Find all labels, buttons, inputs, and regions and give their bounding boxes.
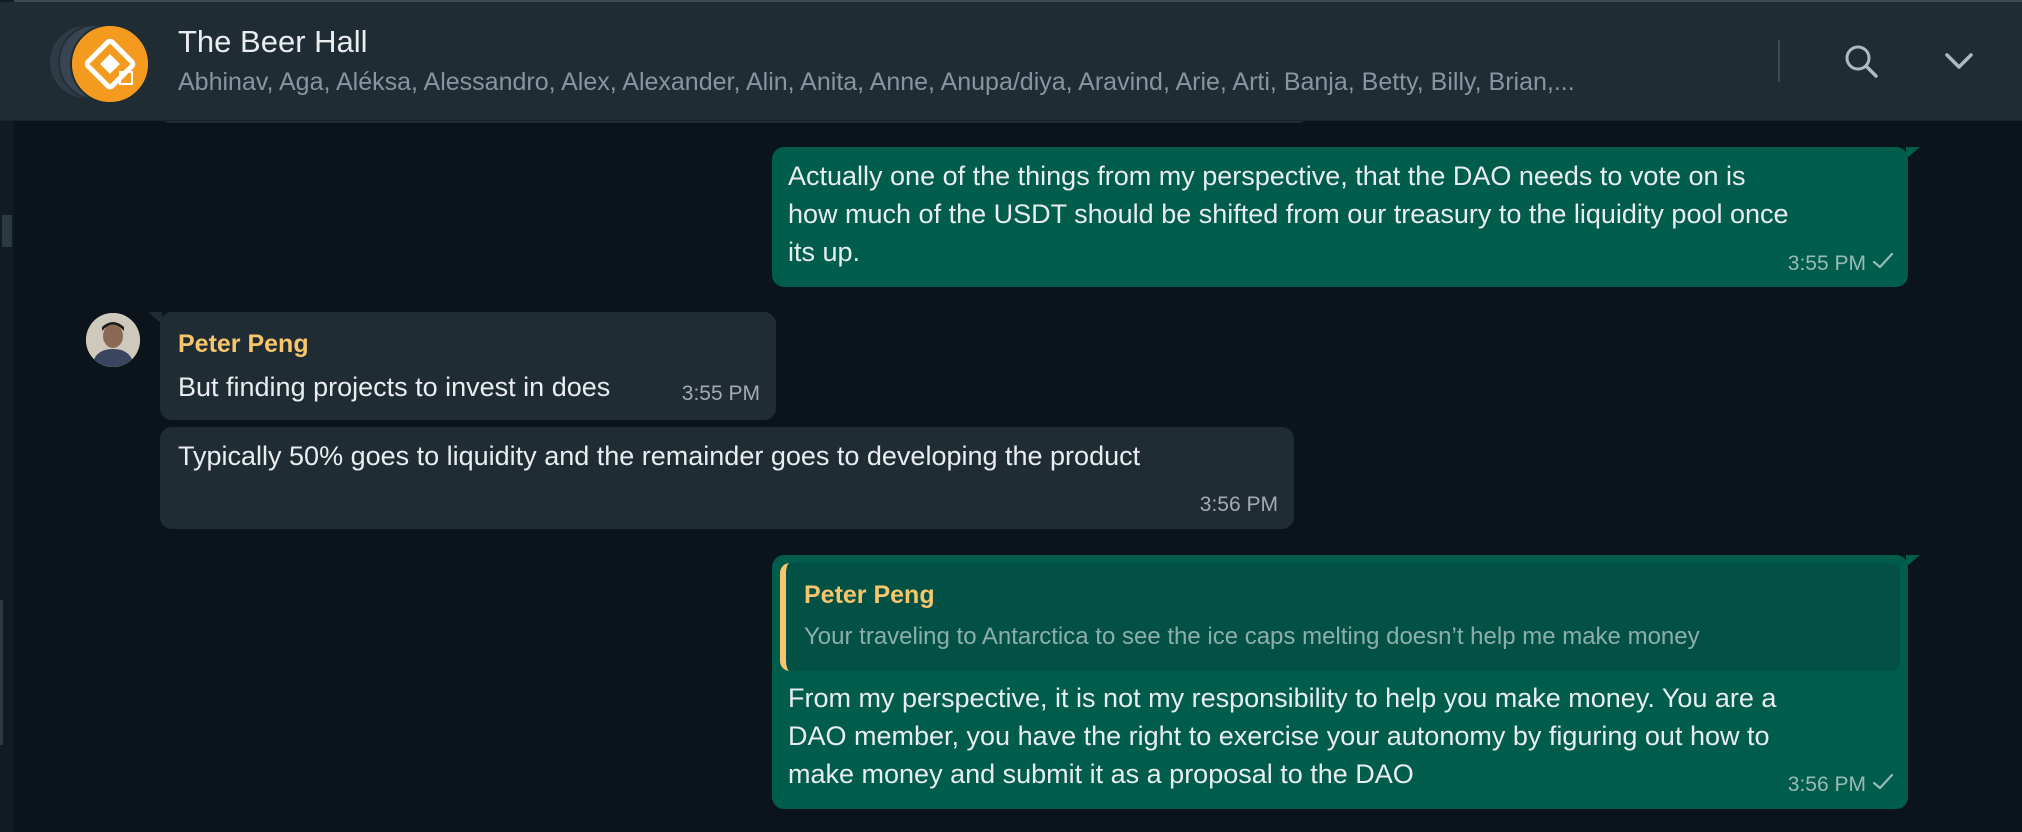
chevron-down-icon: [1945, 53, 1973, 69]
previous-message-bubble: [160, 121, 1308, 123]
outgoing-message[interactable]: Peter Peng Your traveling to Antarctica …: [772, 555, 1920, 809]
left-panel-scrollbar[interactable]: [0, 600, 3, 745]
message-text: But finding projects to invest in does: [178, 372, 611, 402]
quoted-text: Your traveling to Antarctica to see the …: [804, 623, 1700, 650]
message-line: its up.: [788, 237, 861, 267]
search-icon: [1845, 45, 1878, 78]
message-meta: 3:56 PM: [1788, 773, 1894, 797]
bubble-tail: [1906, 555, 1920, 567]
quoted-sender-name: Peter Peng: [804, 581, 935, 609]
chat-menu-button[interactable]: [1936, 38, 1982, 84]
sender-name[interactable]: Peter Peng: [178, 330, 309, 359]
message-text: Typically 50% goes to liquidity and the …: [178, 441, 1141, 471]
message-time: 3:55 PM: [681, 382, 760, 405]
group-avatar[interactable]: [48, 22, 150, 104]
bubble-tail: [148, 312, 162, 324]
message-line: From my perspective, it is not my respon…: [788, 683, 1777, 713]
incoming-message[interactable]: Peter Peng But finding projects to inves…: [148, 312, 776, 420]
chat-scroll-track[interactable]: [2010, 121, 2022, 832]
message-line: how much of the USDT should be shifted f…: [788, 199, 1789, 229]
left-panel-edge: [0, 0, 14, 832]
left-panel-marker: [2, 215, 12, 247]
incoming-message[interactable]: Typically 50% goes to liquidity and the …: [160, 427, 1294, 529]
sent-check-icon: [1872, 773, 1894, 797]
group-avatar-icon: [70, 24, 150, 104]
message-line: DAO member, you have the right to exerci…: [788, 721, 1770, 751]
header-divider: [1778, 40, 1780, 82]
message-time: 3:56 PM: [1787, 773, 1866, 796]
message-time: 3:55 PM: [1787, 252, 1866, 275]
message-line: make money and submit it as a proposal t…: [788, 759, 1414, 789]
message-text: Actually one of the things from my persp…: [788, 157, 1789, 271]
sender-avatar[interactable]: [86, 313, 140, 367]
sent-check-icon: [1872, 252, 1894, 276]
outgoing-message[interactable]: Actually one of the things from my persp…: [772, 147, 1920, 287]
chat-title[interactable]: The Beer Hall: [178, 24, 368, 60]
search-button[interactable]: [1838, 38, 1884, 84]
chat-header[interactable]: The Beer Hall Abhinav, Aga, Aléksa, Ales…: [0, 2, 2022, 121]
member-list[interactable]: Abhinav, Aga, Aléksa, Alessandro, Alex, …: [178, 68, 1698, 97]
bubble-tail: [1906, 147, 1920, 159]
message-text: From my perspective, it is not my respon…: [788, 679, 1776, 793]
message-meta: 3:55 PM: [1788, 252, 1894, 276]
message-line: Actually one of the things from my persp…: [788, 161, 1746, 191]
quoted-message[interactable]: Peter Peng Your traveling to Antarctica …: [780, 563, 1900, 671]
message-list[interactable]: Actually one of the things from my persp…: [14, 121, 2022, 832]
message-time: 3:56 PM: [1199, 493, 1278, 516]
